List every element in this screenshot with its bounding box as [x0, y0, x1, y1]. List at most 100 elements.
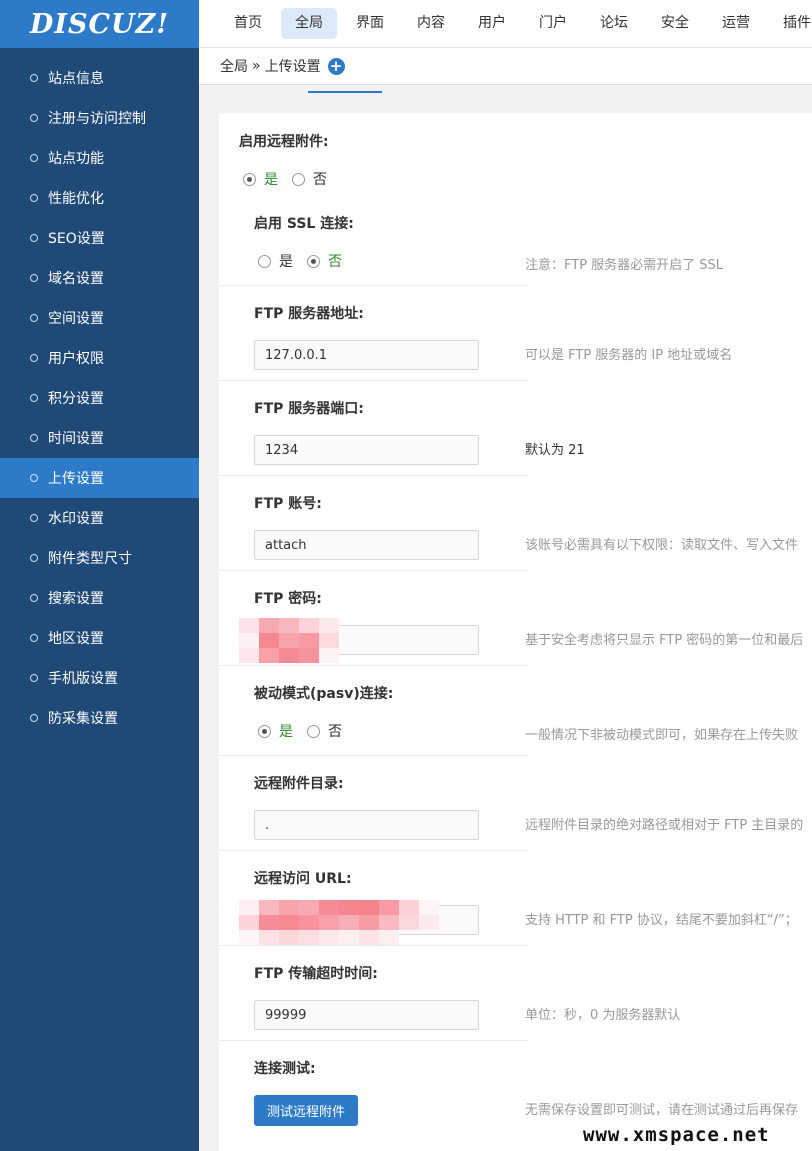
bullet-icon	[30, 554, 38, 562]
ftp-port-input[interactable]	[254, 435, 479, 465]
sidebar-item-site-features[interactable]: 站点功能	[0, 138, 199, 178]
remote-url-tip: 支持 HTTP 和 FTP 协议，结尾不要加斜杠“/”；	[525, 913, 798, 928]
nav-content[interactable]: 内容	[403, 8, 459, 39]
bullet-icon	[30, 354, 38, 362]
pasv-no-label[interactable]: 否	[328, 721, 342, 741]
pasv-no-radio[interactable]	[307, 724, 320, 738]
ftp-account-input[interactable]	[254, 530, 479, 560]
sidebar-item-upload[interactable]: 上传设置	[0, 458, 199, 498]
remote-dir-tip: 远程附件目录的绝对路径或相对于 FTP 主目录的	[525, 818, 804, 833]
remote-yes-radio[interactable]	[243, 172, 256, 186]
remote-no-label[interactable]: 否	[313, 169, 327, 189]
nav-plugins[interactable]: 插件	[769, 8, 812, 39]
nav-global[interactable]: 全局	[281, 8, 337, 39]
sidebar-item-attachment-types[interactable]: 附件类型尺寸	[0, 538, 199, 578]
sidebar-item-space[interactable]: 空间设置	[0, 298, 199, 338]
ftp-password-label: FTP 密码:	[254, 591, 322, 607]
bullet-icon	[30, 714, 38, 722]
breadcrumb: 全局 » 上传设置 +	[199, 48, 812, 85]
sidebar-item-label: 性能优化	[48, 191, 104, 207]
nav-interface[interactable]: 界面	[342, 8, 398, 39]
sidebar-item-time[interactable]: 时间设置	[0, 418, 199, 458]
remote-url-label: 远程访问 URL:	[254, 871, 352, 887]
timeout-tip: 单位：秒，0 为服务器默认	[525, 1008, 681, 1023]
sidebar-item-label: 时间设置	[48, 431, 104, 447]
sidebar-item-label: SEO设置	[48, 231, 105, 247]
remote-no-radio[interactable]	[292, 172, 305, 186]
nav-operations[interactable]: 运营	[708, 8, 764, 39]
sidebar-item-mobile[interactable]: 手机版设置	[0, 658, 199, 698]
sidebar-item-seo[interactable]: SEO设置	[0, 218, 199, 258]
nav-forum[interactable]: 论坛	[586, 8, 642, 39]
nav-security[interactable]: 安全	[647, 8, 703, 39]
logo-text: DISCUZ!	[29, 8, 170, 40]
remote-yes-label[interactable]: 是	[264, 169, 278, 189]
sidebar-item-label: 水印设置	[48, 511, 104, 527]
bullet-icon	[30, 674, 38, 682]
ftp-account-label: FTP 账号:	[254, 496, 322, 512]
settings-panel: 启用远程附件: 是 否 启用 SSL 连接: 是 否 注意：FTP 服务器必需开…	[219, 113, 812, 1151]
nav-users[interactable]: 用户	[464, 8, 520, 39]
breadcrumb-root[interactable]: 全局	[220, 56, 248, 76]
remote-dir-label: 远程附件目录:	[254, 776, 344, 792]
ftp-host-input[interactable]	[254, 340, 479, 370]
row-divider	[219, 850, 529, 851]
ssl-yes-label[interactable]: 是	[279, 251, 293, 271]
sidebar-item-watermark[interactable]: 水印设置	[0, 498, 199, 538]
ftp-host-tip: 可以是 FTP 服务器的 IP 地址或域名	[525, 348, 733, 363]
sidebar-item-label: 地区设置	[48, 631, 104, 647]
bullet-icon	[30, 74, 38, 82]
row-divider	[219, 475, 529, 476]
sidebar-item-label: 附件类型尺寸	[48, 551, 132, 567]
ssl-label: 启用 SSL 连接:	[254, 216, 354, 232]
url-redaction-mosaic	[239, 900, 439, 945]
sidebar-item-label: 站点信息	[48, 71, 104, 87]
ssl-radios: 是 否	[258, 251, 356, 271]
row-divider	[219, 665, 529, 666]
add-shortcut-icon[interactable]: +	[327, 57, 345, 75]
ssl-tip: 注意：FTP 服务器必需开启了 SSL	[525, 258, 724, 273]
sidebar-item-label: 防采集设置	[48, 711, 118, 727]
nav-home[interactable]: 首页	[220, 8, 276, 39]
top-nav: 首页 全局 界面 内容 用户 门户 论坛 安全 运营 插件	[199, 0, 812, 48]
sidebar-item-anti-scrape[interactable]: 防采集设置	[0, 698, 199, 738]
ssl-no-radio[interactable]	[307, 254, 320, 268]
sidebar: DISCUZ! 站点信息 注册与访问控制 站点功能 性能优化 SEO设置 域名设…	[0, 0, 199, 1151]
ftp-port-tip: 默认为 21	[525, 443, 585, 458]
pasv-tip: 一般情况下非被动模式即可，如果存在上传失败	[525, 728, 799, 743]
sidebar-item-performance[interactable]: 性能优化	[0, 178, 199, 218]
sidebar-item-permissions[interactable]: 用户权限	[0, 338, 199, 378]
pasv-yes-label[interactable]: 是	[279, 721, 293, 741]
sidebar-item-register[interactable]: 注册与访问控制	[0, 98, 199, 138]
sidebar-item-credits[interactable]: 积分设置	[0, 378, 199, 418]
nav-portal[interactable]: 门户	[525, 8, 581, 39]
sidebar-item-label: 上传设置	[48, 471, 104, 487]
sidebar-item-site-info[interactable]: 站点信息	[0, 58, 199, 98]
ftp-account-tip: 该账号必需具有以下权限：读取文件、写入文件	[525, 538, 799, 553]
pasv-yes-radio[interactable]	[258, 724, 271, 738]
sidebar-item-label: 域名设置	[48, 271, 104, 287]
bullet-icon	[30, 474, 38, 482]
timeout-label: FTP 传输超时时间:	[254, 966, 378, 982]
test-remote-attachment-button[interactable]: 测试远程附件	[254, 1095, 359, 1126]
sidebar-item-domain[interactable]: 域名设置	[0, 258, 199, 298]
bullet-icon	[30, 154, 38, 162]
ssl-yes-radio[interactable]	[258, 254, 271, 268]
sidebar-item-label: 搜索设置	[48, 591, 104, 607]
pasv-label: 被动模式(pasv)连接:	[254, 686, 394, 702]
bullet-icon	[30, 514, 38, 522]
sidebar-item-search[interactable]: 搜索设置	[0, 578, 199, 618]
sidebar-item-label: 用户权限	[48, 351, 104, 367]
tab-underline	[308, 91, 382, 93]
row-divider	[219, 1040, 529, 1041]
sidebar-item-region[interactable]: 地区设置	[0, 618, 199, 658]
timeout-input[interactable]	[254, 1000, 479, 1030]
remote-dir-input[interactable]	[254, 810, 479, 840]
ssl-no-label[interactable]: 否	[328, 251, 342, 271]
discuz-logo[interactable]: DISCUZ!	[0, 0, 199, 48]
bullet-icon	[30, 234, 38, 242]
password-redaction-mosaic	[239, 618, 439, 663]
remote-attachment-radios: 是 否	[243, 169, 341, 189]
row-divider	[219, 945, 529, 946]
bullet-icon	[30, 314, 38, 322]
